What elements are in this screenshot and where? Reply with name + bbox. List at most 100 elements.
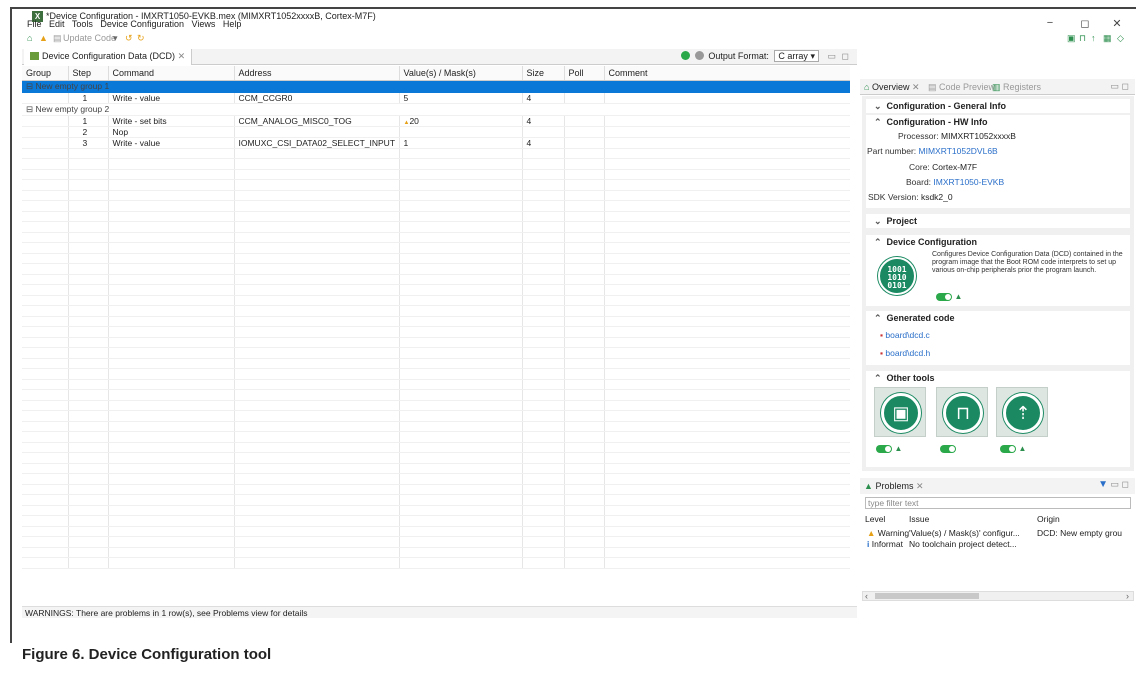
address-cell[interactable]: [234, 126, 400, 138]
poll-cell[interactable]: [564, 115, 605, 127]
step-cell[interactable]: 3: [68, 137, 109, 149]
home-icon[interactable]: ⌂: [27, 33, 32, 43]
menu-help[interactable]: Help: [223, 19, 242, 29]
maximize-view-icon[interactable]: ◻: [842, 51, 849, 61]
close-button[interactable]: ✕: [1107, 17, 1127, 30]
column-header-origin[interactable]: Origin: [1037, 514, 1131, 524]
group-cell[interactable]: [22, 115, 69, 127]
peripherals-tool-icon[interactable]: ↑: [1091, 33, 1096, 43]
menu-file[interactable]: File: [27, 19, 42, 29]
problem-row[interactable]: i Informat No toolchain project detect..…: [865, 539, 1131, 550]
general-info-section[interactable]: ⌄ Configuration - General Info: [866, 99, 1130, 113]
chevron-down-icon[interactable]: ▾: [113, 33, 118, 44]
scroll-right-icon[interactable]: ›: [1126, 591, 1129, 601]
column-header-address[interactable]: Address: [234, 66, 400, 81]
horizontal-scrollbar[interactable]: ‹ ›: [862, 591, 1134, 601]
value-cell[interactable]: 5: [399, 92, 523, 104]
column-header-issue[interactable]: Issue: [909, 514, 1033, 524]
view-menu-icon[interactable]: ▭ ◻: [1111, 479, 1129, 489]
output-format-select[interactable]: C array ▾: [774, 50, 819, 62]
minimize-view-icon[interactable]: ▭: [827, 51, 836, 61]
shield-icon[interactable]: ◇: [1117, 33, 1124, 44]
device-config-header[interactable]: ⌃ Device Configuration: [866, 235, 1130, 249]
pins-tool-button[interactable]: ▣: [874, 387, 926, 437]
group-name[interactable]: ⊟ New empty group 1: [22, 80, 850, 93]
clocks-tool-button[interactable]: ⊓: [936, 387, 988, 437]
menu-tools[interactable]: Tools: [72, 19, 93, 29]
group-cell[interactable]: [22, 137, 69, 149]
filter-icon[interactable]: ▼: [1098, 479, 1108, 490]
value-cell[interactable]: 1: [399, 137, 523, 149]
size-cell[interactable]: [522, 126, 565, 138]
column-header-value[interactable]: Value(s) / Mask(s): [399, 66, 523, 81]
pins-tool-toggle[interactable]: [876, 444, 892, 453]
peripherals-tool-button[interactable]: ⇡: [996, 387, 1048, 437]
comment-cell[interactable]: [604, 126, 850, 138]
command-row[interactable]: 1 Write - value CCM_CCGR0 5 4: [22, 92, 850, 104]
menu-views[interactable]: Views: [191, 19, 215, 29]
comment-cell[interactable]: [604, 115, 850, 127]
undo-icon[interactable]: ↺: [125, 33, 133, 44]
address-cell[interactable]: IOMUXC_CSI_DATA02_SELECT_INPUT: [234, 137, 400, 149]
dcd-tool-icon[interactable]: ▦: [1103, 33, 1112, 44]
generated-code-header[interactable]: ⌃ Generated code: [866, 311, 1130, 325]
tab-code-preview[interactable]: ▤ Code Preview: [928, 82, 995, 93]
command-cell[interactable]: Write - value: [108, 92, 235, 104]
size-cell[interactable]: 4: [522, 137, 565, 149]
group-cell[interactable]: [22, 92, 69, 104]
pins-tool-icon[interactable]: ▣: [1067, 33, 1076, 44]
project-section[interactable]: ⌄ Project: [866, 214, 1130, 228]
close-icon[interactable]: ✕: [178, 51, 186, 61]
poll-cell[interactable]: [564, 92, 605, 104]
scroll-left-icon[interactable]: ‹: [865, 591, 868, 601]
group-name[interactable]: ⊟ New empty group 2: [22, 103, 850, 116]
minimize-button[interactable]: −: [1040, 17, 1060, 29]
scrollbar-thumb[interactable]: [875, 593, 979, 599]
hw-info-header[interactable]: ⌃ Configuration - HW Info: [866, 115, 1130, 129]
add-icon[interactable]: [681, 51, 691, 60]
poll-cell[interactable]: [564, 137, 605, 149]
tab-overview[interactable]: ⌂ Overview ✕: [864, 82, 920, 93]
menu-edit[interactable]: Edit: [49, 19, 65, 29]
tab-registers[interactable]: ▥ Registers: [992, 82, 1041, 93]
comment-cell[interactable]: [604, 137, 850, 149]
value-cell[interactable]: [399, 126, 523, 138]
generated-file-item[interactable]: ▪ board\dcd.h: [880, 348, 930, 358]
command-row[interactable]: 1 Write - set bits CCM_ANALOG_MISC0_TOG ▲20…: [22, 115, 850, 127]
problem-row[interactable]: ▲ Warning 'Value(s) / Mask(s)' configur.…: [865, 528, 1131, 539]
column-header-command[interactable]: Command: [108, 66, 235, 81]
menu-device-configuration[interactable]: Device Configuration: [100, 19, 184, 29]
command-cell[interactable]: Nop: [108, 126, 235, 138]
value-cell[interactable]: ▲20: [399, 115, 523, 127]
address-cell[interactable]: CCM_ANALOG_MISC0_TOG: [234, 115, 400, 127]
group-row[interactable]: ⊟ New empty group 1: [22, 80, 850, 93]
column-header-size[interactable]: Size: [522, 66, 565, 81]
column-header-step[interactable]: Step: [68, 66, 109, 81]
clocks-tool-icon[interactable]: ⊓: [1079, 33, 1086, 44]
column-header-comment[interactable]: Comment: [604, 66, 850, 81]
command-row[interactable]: 3 Write - value IOMUXC_CSI_DATA02_SELECT_I…: [22, 137, 850, 149]
problems-filter-input[interactable]: type filter text: [865, 497, 1131, 509]
command-cell[interactable]: Write - value: [108, 137, 235, 149]
comment-cell[interactable]: [604, 92, 850, 104]
clocks-tool-toggle[interactable]: [940, 444, 956, 453]
generated-file-item[interactable]: ▪ board\dcd.c: [880, 330, 930, 340]
step-cell[interactable]: 1: [68, 115, 109, 127]
redo-icon[interactable]: ↻: [137, 33, 145, 44]
view-menu-icon[interactable]: ▭ ◻: [1111, 81, 1129, 92]
command-row[interactable]: 2 Nop: [22, 126, 850, 138]
group-row[interactable]: ⊟ New empty group 2: [22, 103, 850, 116]
poll-cell[interactable]: [564, 126, 605, 138]
board-link[interactable]: IMXRT1050-EVKB: [933, 177, 1004, 187]
column-header-group[interactable]: Group: [22, 66, 69, 81]
close-icon[interactable]: ✕: [912, 82, 920, 92]
warning-icon[interactable]: ▲: [39, 33, 48, 43]
column-header-level[interactable]: Level: [865, 514, 909, 524]
tab-problems[interactable]: ▲ Problems ✕: [864, 481, 924, 492]
group-cell[interactable]: [22, 126, 69, 138]
project-header[interactable]: ⌄ Project: [866, 214, 1130, 228]
peripherals-tool-toggle[interactable]: [1000, 444, 1016, 453]
tab-dcd[interactable]: Device Configuration Data (DCD) ✕: [24, 49, 193, 65]
command-cell[interactable]: Write - set bits: [108, 115, 235, 127]
size-cell[interactable]: 4: [522, 115, 565, 127]
